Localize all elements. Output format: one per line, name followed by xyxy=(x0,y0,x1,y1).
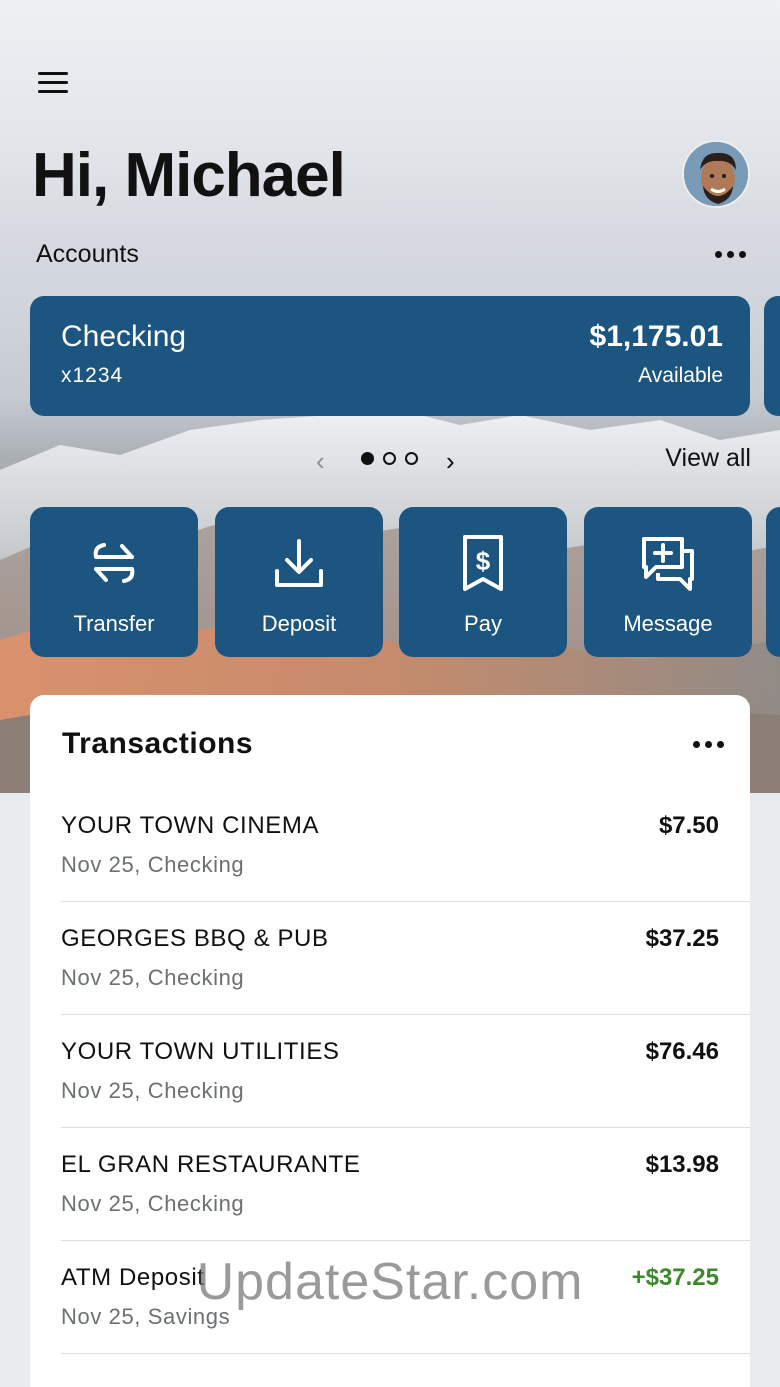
pay-button[interactable]: $ Pay xyxy=(399,507,567,657)
message-plus-icon xyxy=(642,537,694,591)
transaction-meta: Nov 25, Checking xyxy=(61,1191,245,1216)
pay-label: Pay xyxy=(464,611,502,636)
account-name: Checking xyxy=(61,320,187,353)
menu-icon-bar xyxy=(38,81,68,84)
chevron-right-icon[interactable]: › xyxy=(446,446,455,477)
transaction-merchant: YOUR TOWN UTILITIES xyxy=(61,1038,340,1065)
watermark-text: UpdateStar.com xyxy=(196,1253,584,1311)
dollar-receipt-icon: $ xyxy=(463,535,503,591)
deposit-label: Deposit xyxy=(261,611,337,636)
account-card-checking[interactable]: Checking x1234 $1,175.01 Available xyxy=(30,296,750,416)
balance-label: Available xyxy=(638,364,723,387)
transactions-title: Transactions xyxy=(62,727,254,760)
transaction-merchant: YOUR TOWN CINEMA xyxy=(61,812,320,839)
page-dot-active[interactable] xyxy=(361,452,374,465)
transaction-meta: Nov 25, Checking xyxy=(61,852,245,877)
view-all-link[interactable]: View all xyxy=(665,444,751,473)
transaction-row[interactable]: GEORGES BBQ & PUB Nov 25, Checking $37.2… xyxy=(30,902,750,1015)
menu-icon-bar xyxy=(38,72,68,75)
message-label: Message xyxy=(623,611,713,636)
deposit-button[interactable]: Deposit xyxy=(215,507,383,657)
transaction-merchant: EL GRAN RESTAURANTE xyxy=(61,1151,361,1178)
transfer-button[interactable]: Transfer xyxy=(30,507,198,657)
transactions-more-icon[interactable] xyxy=(693,741,724,748)
transaction-row[interactable]: YOUR TOWN CINEMA Nov 25, Checking $7.50 xyxy=(30,789,750,902)
message-button[interactable]: Message xyxy=(584,507,752,657)
transaction-amount: $13.98 xyxy=(645,1151,719,1178)
accounts-heading: Accounts xyxy=(36,240,139,268)
page-dot[interactable] xyxy=(405,452,418,465)
greeting-title: Hi, Michael xyxy=(32,141,346,210)
download-tray-icon xyxy=(275,539,323,587)
transaction-row[interactable]: YOUR TOWN UTILITIES Nov 25, Checking $76… xyxy=(30,1015,750,1128)
accounts-more-icon[interactable] xyxy=(715,251,746,258)
menu-button[interactable] xyxy=(36,68,70,98)
profile-avatar[interactable] xyxy=(682,140,750,208)
page-dot[interactable] xyxy=(383,452,396,465)
account-number: x1234 xyxy=(61,364,124,387)
transaction-meta: Nov 25, Checking xyxy=(61,965,245,990)
account-balance: $1,175.01 xyxy=(589,320,723,353)
transfer-arrows-icon xyxy=(93,543,135,583)
transaction-amount: $37.25 xyxy=(645,925,719,952)
transaction-row[interactable]: EL GRAN RESTAURANTE Nov 25, Checking $13… xyxy=(30,1128,750,1241)
menu-icon-bar xyxy=(38,90,68,93)
next-account-card-peek[interactable] xyxy=(764,296,780,416)
transaction-merchant: GEORGES BBQ & PUB xyxy=(61,925,329,952)
transaction-amount: $76.46 xyxy=(645,1038,719,1065)
transaction-amount: $7.50 xyxy=(658,812,719,839)
transfer-label: Transfer xyxy=(73,611,155,636)
transaction-meta: Nov 25, Checking xyxy=(61,1078,245,1103)
next-action-peek[interactable] xyxy=(766,507,780,657)
account-pager: ‹ › xyxy=(316,444,476,477)
chevron-left-icon[interactable]: ‹ xyxy=(316,446,325,477)
svg-text:$: $ xyxy=(476,546,491,576)
row-divider xyxy=(61,1353,750,1354)
